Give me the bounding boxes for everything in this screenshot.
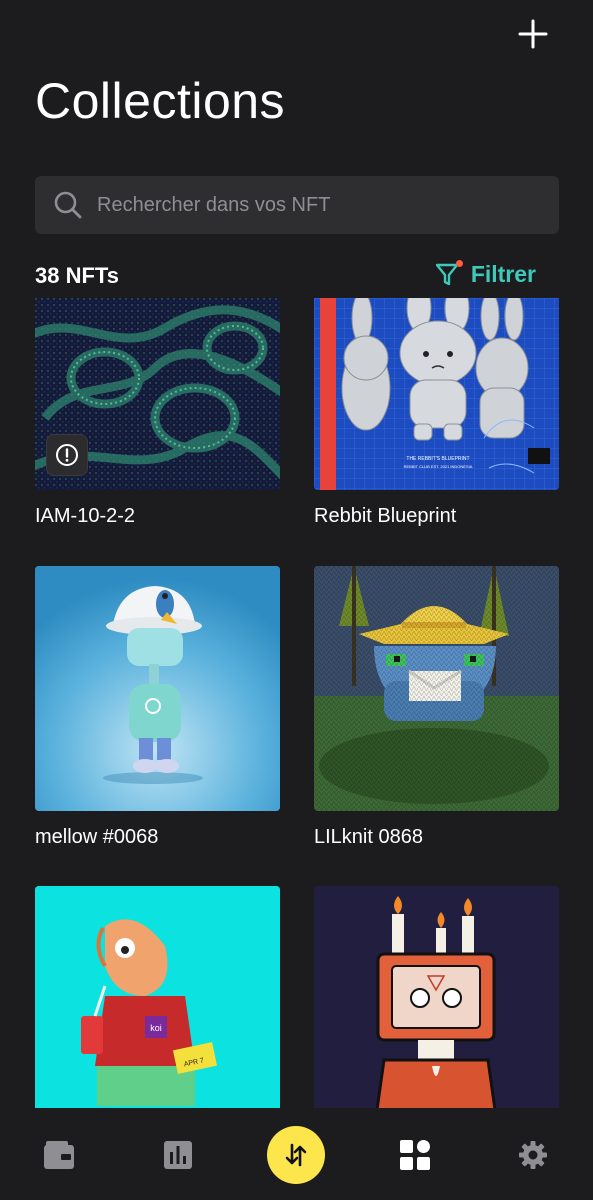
tab-nft[interactable] [393, 1133, 437, 1177]
filter-icon [435, 260, 463, 288]
search-icon [54, 191, 82, 219]
nft-card[interactable]: LILknit 0868 [314, 566, 559, 849]
filter-label: Filtrer [470, 260, 536, 287]
nft-name: mellow #0068 [35, 826, 159, 848]
nft-name: Rebbit Blueprint [314, 505, 457, 527]
nft-grid: IAM-10-2-2 THE REBBIT'S BLUEPRINT REBBIT… [35, 298, 559, 1108]
nft-image [314, 566, 559, 811]
filter-active-dot [455, 260, 463, 267]
nft-image [35, 298, 280, 490]
nft-card[interactable]: mellow #0068 [35, 566, 280, 849]
nft-card[interactable]: THE REBBIT'S BLUEPRINT REBBIT CLUB EST. … [314, 298, 559, 528]
bottom-tab-bar [0, 1108, 593, 1200]
nft-image [314, 886, 559, 1108]
tab-settings[interactable] [511, 1133, 555, 1177]
search-bar[interactable] [35, 176, 559, 234]
svg-text:REBBIT CLUB EST. 2021 INDONESI: REBBIT CLUB EST. 2021 INDONESIA [404, 464, 473, 469]
swap-icon [285, 1143, 307, 1167]
nft-card[interactable] [314, 886, 559, 1108]
page-title: Collections [35, 73, 286, 129]
nft-card[interactable]: IAM-10-2-2 [35, 298, 280, 528]
warning-badge[interactable] [46, 434, 88, 476]
add-button[interactable] [513, 14, 553, 54]
search-input[interactable] [97, 193, 517, 217]
nft-image: THE REBBIT'S BLUEPRINT REBBIT CLUB EST. … [314, 298, 559, 490]
svg-text:THE REBBIT'S BLUEPRINT: THE REBBIT'S BLUEPRINT [406, 456, 469, 462]
nft-card[interactable]: koi APR 7 [35, 886, 280, 1108]
wallet-icon [44, 1141, 74, 1169]
plus-icon [518, 19, 548, 49]
settings-icon [519, 1141, 547, 1169]
chart-icon [164, 1141, 192, 1169]
tab-analytics[interactable] [156, 1133, 200, 1177]
nft-image: koi APR 7 [35, 886, 280, 1108]
nft-name: IAM-10-2-2 [35, 505, 136, 527]
svg-text:koi: koi [150, 1023, 162, 1033]
nft-image [35, 566, 280, 811]
alert-icon [56, 444, 78, 466]
tab-wallet[interactable] [37, 1133, 81, 1177]
filter-button[interactable]: Filtrer [435, 260, 536, 288]
swap-button[interactable] [267, 1126, 325, 1184]
nft-count: 38 NFTs [35, 263, 119, 288]
nft-grid-icon [400, 1140, 430, 1170]
nft-name: LILknit 0868 [314, 826, 423, 848]
